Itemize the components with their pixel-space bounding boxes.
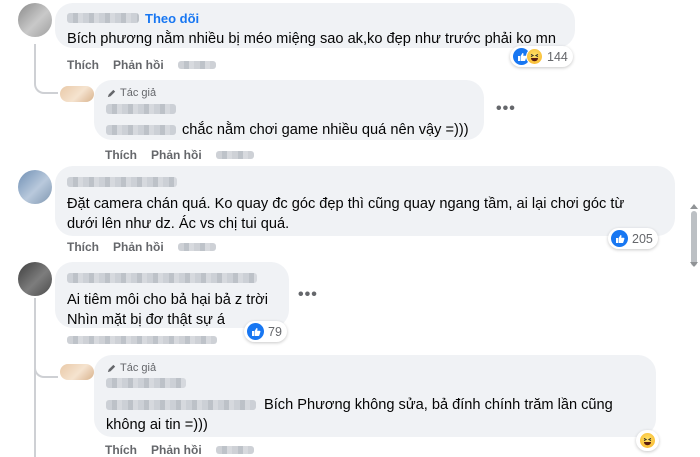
pencil-icon bbox=[107, 89, 116, 97]
more-options-icon[interactable]: ••• bbox=[496, 100, 516, 118]
author-badge: Tác giả bbox=[106, 86, 472, 100]
author-badge-label: Tác giả bbox=[120, 87, 157, 99]
avatar[interactable] bbox=[60, 86, 94, 102]
thread-line bbox=[34, 378, 36, 457]
author-name-blurred[interactable] bbox=[67, 177, 177, 187]
avatar[interactable] bbox=[60, 364, 94, 380]
avatar[interactable] bbox=[18, 170, 52, 204]
reply-actions: Thích Phản hồi bbox=[105, 443, 254, 457]
timestamp-blurred[interactable] bbox=[177, 61, 216, 69]
reaction-summary[interactable]: 79 bbox=[244, 321, 287, 342]
reply-button[interactable]: Phản hồi bbox=[151, 148, 202, 162]
comment-actions bbox=[67, 336, 217, 344]
author-name-blurred[interactable] bbox=[106, 378, 186, 388]
reply-text: chắc nằm chơi game nhiều quá nên vậy =))… bbox=[182, 122, 469, 138]
reaction-summary[interactable]: 144 bbox=[510, 46, 573, 67]
like-icon bbox=[611, 230, 628, 247]
reply-button[interactable]: Phản hồi bbox=[151, 443, 202, 457]
comment-bubble: Ai tiêm môi cho bả hại bả z trời Nhìn mặ… bbox=[55, 262, 289, 328]
avatar[interactable] bbox=[18, 3, 52, 37]
pencil-icon bbox=[107, 364, 116, 372]
comment-actions: Thích Phản hồi bbox=[67, 58, 216, 72]
author-badge: Tác giả bbox=[106, 361, 644, 375]
comment-actions: Thích Phản hồi bbox=[67, 240, 216, 254]
reaction-count: 144 bbox=[547, 49, 568, 64]
mention-blurred[interactable] bbox=[106, 125, 176, 135]
haha-icon bbox=[526, 48, 543, 65]
like-button[interactable]: Thích bbox=[67, 240, 99, 254]
like-button[interactable]: Thích bbox=[67, 58, 99, 72]
mention-blurred[interactable] bbox=[106, 400, 256, 410]
comment-text: Bích phương nằm nhiều bị méo miệng sao a… bbox=[67, 31, 556, 47]
comment-text-line1: Ai tiêm môi cho bả hại bả z trời bbox=[67, 292, 268, 308]
reply-text-line1: Bích Phương không sửa, bả đính chính tră… bbox=[264, 397, 613, 413]
like-button[interactable]: Thích bbox=[105, 148, 137, 162]
author-name-blurred[interactable] bbox=[67, 13, 139, 23]
scrollbar[interactable] bbox=[688, 204, 700, 457]
reaction-count: 79 bbox=[268, 324, 282, 339]
author-name-blurred[interactable] bbox=[67, 273, 257, 283]
haha-icon bbox=[639, 432, 656, 449]
comment-text-line1: Đặt camera chán quá. Ko quay đc góc đẹp … bbox=[67, 196, 625, 212]
follow-link[interactable]: Theo dõi bbox=[145, 11, 199, 26]
like-icon bbox=[247, 323, 264, 340]
scrollbar-thumb[interactable] bbox=[691, 211, 697, 266]
reaction-summary[interactable]: 205 bbox=[608, 228, 658, 249]
reply-actions: Thích Phản hồi bbox=[105, 148, 254, 162]
scroll-down-icon[interactable] bbox=[690, 262, 698, 267]
reply-button[interactable]: Phản hồi bbox=[113, 58, 164, 72]
reply-button[interactable]: Phản hồi bbox=[113, 240, 164, 254]
reaction-summary[interactable] bbox=[636, 430, 659, 451]
reply-bubble: Tác giả chắc nằm chơi game nhiều quá nên… bbox=[94, 80, 484, 140]
reply-bubble: Tác giả Bích Phương không sửa, bả đính c… bbox=[94, 355, 656, 437]
reaction-count: 205 bbox=[632, 231, 653, 246]
timestamp-blurred[interactable] bbox=[215, 446, 254, 454]
reply-text-line2: không ai tin =))) bbox=[106, 417, 208, 433]
avatar[interactable] bbox=[18, 262, 52, 296]
comment-text-line2: dưới lên như dz. Ác vs chị tui quá. bbox=[67, 216, 290, 232]
actions-blurred bbox=[67, 336, 217, 344]
comment-bubble: Theo dõi Bích phương nằm nhiều bị méo mi… bbox=[55, 3, 575, 48]
comment-bubble: Đặt camera chán quá. Ko quay đc góc đẹp … bbox=[55, 166, 675, 236]
scroll-up-icon[interactable] bbox=[690, 204, 698, 209]
author-badge-label: Tác giả bbox=[120, 362, 157, 374]
timestamp-blurred[interactable] bbox=[177, 243, 216, 251]
timestamp-blurred[interactable] bbox=[215, 151, 254, 159]
thread-connector bbox=[34, 44, 58, 94]
more-options-icon[interactable]: ••• bbox=[298, 286, 318, 304]
thread-connector bbox=[34, 350, 58, 378]
author-name-blurred[interactable] bbox=[106, 104, 176, 114]
like-button[interactable]: Thích bbox=[105, 443, 137, 457]
